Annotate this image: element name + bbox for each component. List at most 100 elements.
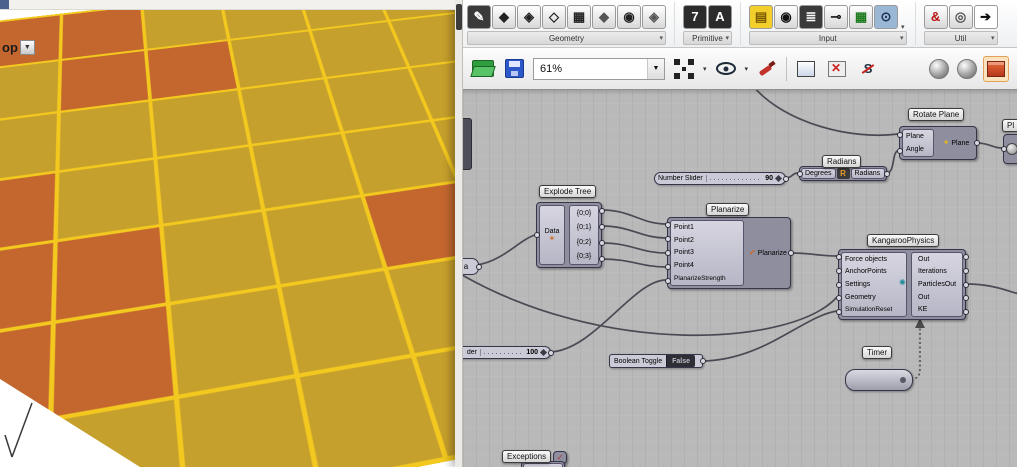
- kangaroo-physics-node[interactable]: Force objects AnchorPoints Settings Geom…: [838, 249, 966, 320]
- output-port[interactable]: [599, 224, 605, 230]
- mesh-param-icon[interactable]: ▦: [567, 5, 591, 29]
- output-port[interactable]: [963, 268, 969, 274]
- wire[interactable]: [966, 284, 1017, 294]
- slider-grip-icon[interactable]: [775, 175, 782, 182]
- ribbon-group-label[interactable]: Util: [924, 31, 998, 45]
- wire[interactable]: [701, 311, 837, 361]
- output-port[interactable]: [548, 350, 554, 356]
- input-port[interactable]: [836, 268, 842, 274]
- output-port[interactable]: [783, 176, 789, 182]
- toggle-value[interactable]: False: [666, 355, 695, 367]
- input-port[interactable]: [897, 132, 903, 138]
- curve-param-icon[interactable]: ◈: [517, 5, 541, 29]
- clipped-node[interactable]: [463, 118, 472, 170]
- timer-node[interactable]: [845, 369, 913, 391]
- input-port[interactable]: [836, 295, 842, 301]
- zoom-dropdown-icon[interactable]: ▼: [647, 59, 664, 79]
- rotate-plane-node[interactable]: Plane Angle ✦ Plane: [899, 126, 977, 160]
- timer-link[interactable]: [911, 327, 920, 379]
- clipped-param[interactable]: a: [463, 258, 479, 275]
- explode-tree-node[interactable]: Data ✶ {0;0} {0;1} {0;2} {0;3}: [536, 202, 602, 268]
- wire[interactable]: [477, 235, 535, 265]
- open-file-button[interactable]: [471, 57, 495, 81]
- wire[interactable]: [753, 90, 898, 135]
- wire[interactable]: [602, 210, 666, 224]
- button-icon[interactable]: ◉: [774, 5, 798, 29]
- wire[interactable]: [977, 143, 1002, 148]
- input-port[interactable]: [836, 282, 842, 288]
- input-port[interactable]: [836, 309, 842, 315]
- output-port[interactable]: [963, 254, 969, 260]
- input-port[interactable]: [665, 264, 671, 270]
- viewport-title[interactable]: op: [2, 40, 18, 55]
- rhino-viewport[interactable]: op ▼: [0, 0, 455, 467]
- preview-dropdown-icon[interactable]: ▾: [745, 65, 749, 73]
- input-port[interactable]: [534, 232, 540, 238]
- output-port[interactable]: [476, 264, 482, 270]
- color-swatch-icon[interactable]: ▦: [849, 5, 873, 29]
- surface-param-icon[interactable]: ◇: [542, 5, 566, 29]
- ribbon-group-label[interactable]: Geometry: [467, 31, 666, 45]
- output-port[interactable]: [974, 140, 980, 146]
- hatch-swatch-icon[interactable]: ▤: [749, 5, 773, 29]
- number-slider[interactable]: Number Slider 90: [654, 172, 786, 185]
- save-file-button[interactable]: [502, 57, 526, 81]
- boolean-toggle[interactable]: Boolean Toggle False: [609, 354, 703, 368]
- input-port[interactable]: [797, 171, 803, 177]
- viewport-menu-button[interactable]: ▼: [20, 40, 35, 55]
- ribbon-group-label[interactable]: Primitive: [683, 31, 732, 45]
- input-port[interactable]: [665, 222, 671, 228]
- paint-tool-button[interactable]: [755, 57, 779, 81]
- geometry-param-icon[interactable]: ◈: [642, 5, 666, 29]
- input-port[interactable]: [897, 148, 903, 154]
- value-list-icon[interactable]: ≣: [799, 5, 823, 29]
- gh-canvas[interactable]: a Explode Tree Data ✶ {0;0} {0;1} {0;2} …: [463, 90, 1017, 467]
- wire[interactable]: [549, 280, 666, 352]
- output-port[interactable]: [884, 171, 890, 177]
- input-port[interactable]: [665, 278, 671, 284]
- sketch-pen-icon[interactable]: ✎: [467, 5, 491, 29]
- wire-preview-button[interactable]: [955, 57, 979, 81]
- pointer-arrow-icon[interactable]: ➔: [974, 5, 998, 29]
- planarize-node[interactable]: Point1 Point2 Point3 Point4 PlanarizeStr…: [667, 217, 791, 289]
- radians-node[interactable]: Degrees R Radians: [799, 166, 887, 181]
- spiral-icon[interactable]: ◎: [949, 5, 973, 29]
- shaded-preview-button[interactable]: [927, 57, 951, 81]
- wire[interactable]: [602, 226, 666, 238]
- point-param-icon[interactable]: ◆: [492, 5, 516, 29]
- preview-visibility-button[interactable]: [714, 57, 738, 81]
- number-slider-clipped[interactable]: der 100: [463, 346, 551, 359]
- output-port[interactable]: [599, 256, 605, 262]
- output-port[interactable]: [788, 250, 794, 256]
- output-port[interactable]: [599, 208, 605, 214]
- output-port[interactable]: [963, 309, 969, 315]
- zoom-combobox[interactable]: 61% ▼: [533, 58, 665, 80]
- input-port[interactable]: [665, 236, 671, 242]
- wire[interactable]: [791, 253, 837, 256]
- text-param-icon[interactable]: A: [708, 5, 732, 29]
- slider-track[interactable]: [707, 173, 763, 184]
- galapagos-icon[interactable]: &: [924, 5, 948, 29]
- slider-track[interactable]: [481, 347, 524, 358]
- number-slider-icon[interactable]: ⊸: [824, 5, 848, 29]
- ribbon-group-label[interactable]: Input: [749, 31, 907, 45]
- field-param-icon[interactable]: ◉: [617, 5, 641, 29]
- integer-param-icon[interactable]: 7: [683, 5, 707, 29]
- wire[interactable]: [602, 259, 666, 267]
- preview-box-button[interactable]: [794, 57, 818, 81]
- input-port[interactable]: [665, 250, 671, 256]
- clipped-node[interactable]: [1003, 134, 1017, 164]
- wire[interactable]: [887, 151, 898, 173]
- output-port[interactable]: [700, 358, 706, 364]
- more-icons-button[interactable]: ▾: [899, 23, 907, 31]
- zoom-extents-dropdown-icon[interactable]: ▾: [703, 65, 707, 73]
- brep-param-icon[interactable]: ◆: [592, 5, 616, 29]
- slider-grip-icon[interactable]: [540, 349, 547, 356]
- disable-solver-button[interactable]: S: [856, 57, 880, 81]
- clock-icon[interactable]: ⊙: [874, 5, 898, 29]
- zoom-extents-button[interactable]: [672, 57, 696, 81]
- input-port[interactable]: [1001, 146, 1007, 152]
- output-port[interactable]: [599, 240, 605, 246]
- disable-preview-button[interactable]: [825, 57, 849, 81]
- output-port[interactable]: [963, 295, 969, 301]
